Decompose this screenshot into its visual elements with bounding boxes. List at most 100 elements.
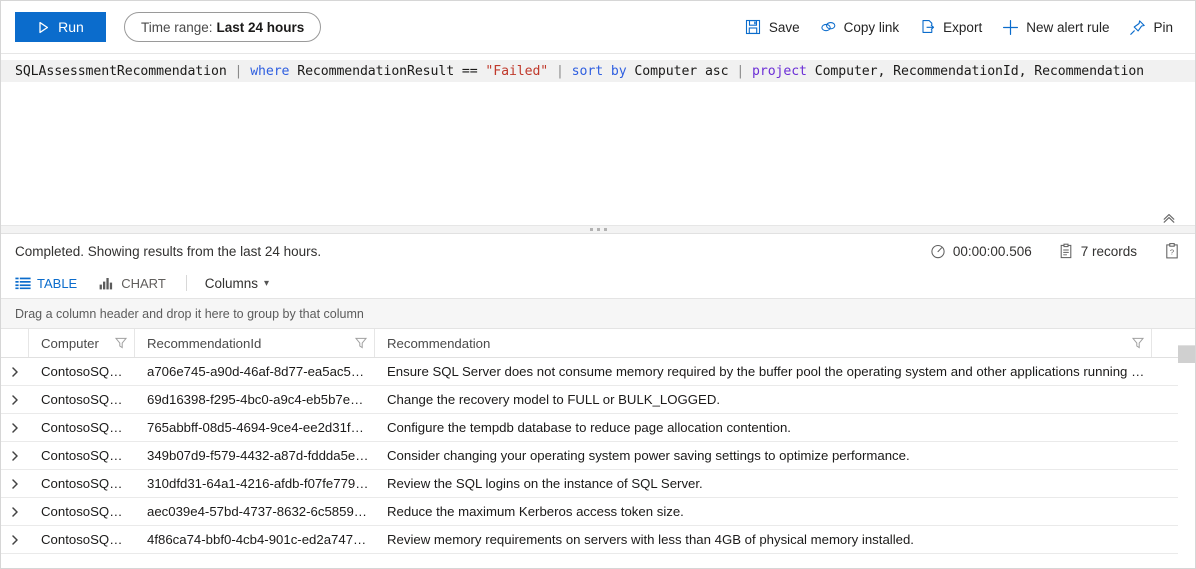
query-token: "Failed"	[485, 63, 549, 79]
cell-recommendation: Configure the tempdb database to reduce …	[387, 420, 791, 435]
table-row[interactable]: ContosoSQLSrv1 69d16398-f295-4bc0-a9c4-eb…	[1, 386, 1178, 414]
cell-recommendationid: 310dfd31-64a1-4216-afdb-f07fe77972ca	[147, 476, 369, 491]
results-grid: Computer RecommendationId Recommendation	[1, 329, 1178, 568]
cell-right-spacer	[1152, 526, 1178, 553]
vertical-scrollbar-thumb[interactable]	[1178, 346, 1195, 363]
cell-computer: ContosoSQLSrv1	[41, 420, 129, 435]
table-row[interactable]: ContosoSQLSrv1 310dfd31-64a1-4216-afdb-f0…	[1, 470, 1178, 498]
group-by-dropzone[interactable]: Drag a column header and drop it here to…	[1, 298, 1195, 329]
query-token: Computer asc	[626, 63, 737, 79]
cell-recommendation: Consider changing your operating system …	[387, 448, 910, 463]
cell-computer: ContosoSQLSrv1	[41, 392, 129, 407]
toolbar-actions: Save Copy link Export New alert rule Pin	[735, 11, 1183, 43]
query-token	[603, 64, 611, 79]
play-icon	[37, 21, 50, 34]
cell-recommendation: Reduce the maximum Kerberos access token…	[387, 504, 684, 519]
view-separator	[185, 275, 187, 291]
status-message: Completed. Showing results from the last…	[15, 243, 322, 259]
run-button[interactable]: Run	[15, 12, 106, 42]
help-button[interactable]: ?	[1163, 242, 1181, 260]
table-row[interactable]: ContosoSQLSrv1 765abbff-08d5-4694-9ce4-ee…	[1, 414, 1178, 442]
results-view-switcher: TABLE CHART Columns ▾	[1, 268, 1195, 298]
tab-table-label: TABLE	[37, 275, 78, 291]
cell-recommendation: Change the recovery model to FULL or BUL…	[387, 392, 721, 407]
query-token	[744, 64, 752, 79]
cell-recommendationid: 349b07d9-f579-4432-a87d-fddda5e63c...	[147, 448, 369, 463]
column-header-recommendationid-label: RecommendationId	[147, 335, 262, 351]
export-button[interactable]: Export	[909, 11, 992, 43]
run-button-label: Run	[58, 19, 84, 35]
cell-recommendationid: 4f86ca74-bbf0-4cb4-901c-ed2a7476602b	[147, 532, 369, 547]
column-header-recommendation-label: Recommendation	[387, 335, 491, 351]
table-row[interactable]: ContosoSQLSrv1 4f86ca74-bbf0-4cb4-901c-ed…	[1, 526, 1178, 554]
query-text-line[interactable]: SQLAssessmentRecommendation | where Reco…	[1, 60, 1195, 82]
row-expand-chevron-icon[interactable]	[1, 358, 29, 385]
cell-computer: ContosoSQLSrv1	[41, 532, 129, 547]
query-token	[227, 64, 235, 79]
column-header-recommendation[interactable]: Recommendation	[375, 329, 1152, 357]
columns-button[interactable]: Columns ▾	[199, 276, 275, 291]
cell-recommendation: Review memory requirements on servers wi…	[387, 532, 914, 547]
copy-link-button[interactable]: Copy link	[810, 11, 910, 43]
row-expand-chevron-icon[interactable]	[1, 498, 29, 525]
pin-button-label: Pin	[1153, 19, 1173, 35]
header-right-spacer	[1152, 329, 1178, 357]
filter-icon[interactable]	[114, 336, 128, 350]
grid-header-row: Computer RecommendationId Recommendation	[1, 329, 1178, 358]
query-token: Computer, RecommendationId, Recommendati…	[806, 63, 1145, 79]
table-row[interactable]: ContosoSQLSrv1 a706e745-a90d-46af-8d77-ea…	[1, 358, 1178, 386]
cell-computer: ContosoSQLSrv1	[41, 448, 129, 463]
copy-link-button-label: Copy link	[843, 19, 900, 35]
cell-right-spacer	[1152, 358, 1178, 385]
table-row[interactable]: ContosoSQLSrv1 aec039e4-57bd-4737-8632-6c…	[1, 498, 1178, 526]
filter-icon[interactable]	[354, 336, 368, 350]
cell-recommendationid: a706e745-a90d-46af-8d77-ea5ac51a233c	[147, 364, 369, 379]
query-token: SQLAssessmentRecommendation	[15, 63, 227, 79]
row-expand-chevron-icon[interactable]	[1, 386, 29, 413]
tab-chart[interactable]: CHART	[99, 276, 174, 291]
row-expand-chevron-icon[interactable]	[1, 414, 29, 441]
results-pane: Completed. Showing results from the last…	[1, 234, 1195, 568]
results-grid-wrapper: Computer RecommendationId Recommendation	[1, 329, 1195, 568]
save-icon	[745, 19, 762, 36]
pin-button[interactable]: Pin	[1119, 11, 1183, 43]
grid-header-gutter	[1178, 329, 1195, 346]
cell-right-spacer	[1152, 442, 1178, 469]
row-expand-chevron-icon[interactable]	[1, 526, 29, 553]
table-row[interactable]: ContosoSQLSrv1 349b07d9-f579-4432-a87d-fd…	[1, 442, 1178, 470]
cell-right-spacer	[1152, 470, 1178, 497]
grid-right-column	[1178, 329, 1195, 568]
svg-text:?: ?	[1170, 247, 1174, 256]
save-button[interactable]: Save	[735, 11, 810, 43]
header-expand-spacer	[1, 329, 29, 357]
query-token	[242, 64, 250, 79]
query-token: RecommendationResult	[289, 63, 462, 79]
cell-recommendationid: 765abbff-08d5-4694-9ce4-ee2d31fe0dca	[147, 420, 369, 435]
grid-body: ContosoSQLSrv1 a706e745-a90d-46af-8d77-ea…	[1, 358, 1178, 568]
column-header-recommendationid[interactable]: RecommendationId	[135, 329, 375, 357]
query-token: |	[736, 63, 745, 79]
query-editor-pane[interactable]: SQLAssessmentRecommendation | where Reco…	[1, 53, 1195, 234]
cell-right-spacer	[1152, 414, 1178, 441]
query-duration: 00:00:00.506	[930, 243, 1032, 259]
copy-link-icon	[820, 19, 837, 36]
export-button-label: Export	[943, 19, 983, 35]
chart-icon	[99, 276, 115, 290]
row-expand-chevron-icon[interactable]	[1, 442, 29, 469]
filter-icon[interactable]	[1131, 336, 1145, 350]
cell-recommendation: Ensure SQL Server does not consume memor…	[387, 364, 1146, 379]
tab-table[interactable]: TABLE	[15, 276, 85, 291]
time-range-label: Time range:	[141, 19, 213, 35]
vertical-scrollbar[interactable]	[1178, 346, 1195, 363]
tab-chart-label: CHART	[121, 275, 166, 291]
editor-splitter[interactable]	[1, 225, 1195, 234]
column-header-computer[interactable]: Computer	[29, 329, 135, 357]
time-range-picker[interactable]: Time range: Last 24 hours	[124, 12, 322, 42]
cell-right-spacer	[1152, 498, 1178, 525]
row-expand-chevron-icon[interactable]	[1, 470, 29, 497]
cell-computer: ContosoSQLSrv1	[41, 364, 129, 379]
new-alert-rule-button[interactable]: New alert rule	[992, 11, 1119, 43]
column-header-computer-label: Computer	[41, 335, 99, 351]
group-by-hint: Drag a column header and drop it here to…	[15, 306, 364, 321]
columns-button-label: Columns	[204, 275, 259, 291]
